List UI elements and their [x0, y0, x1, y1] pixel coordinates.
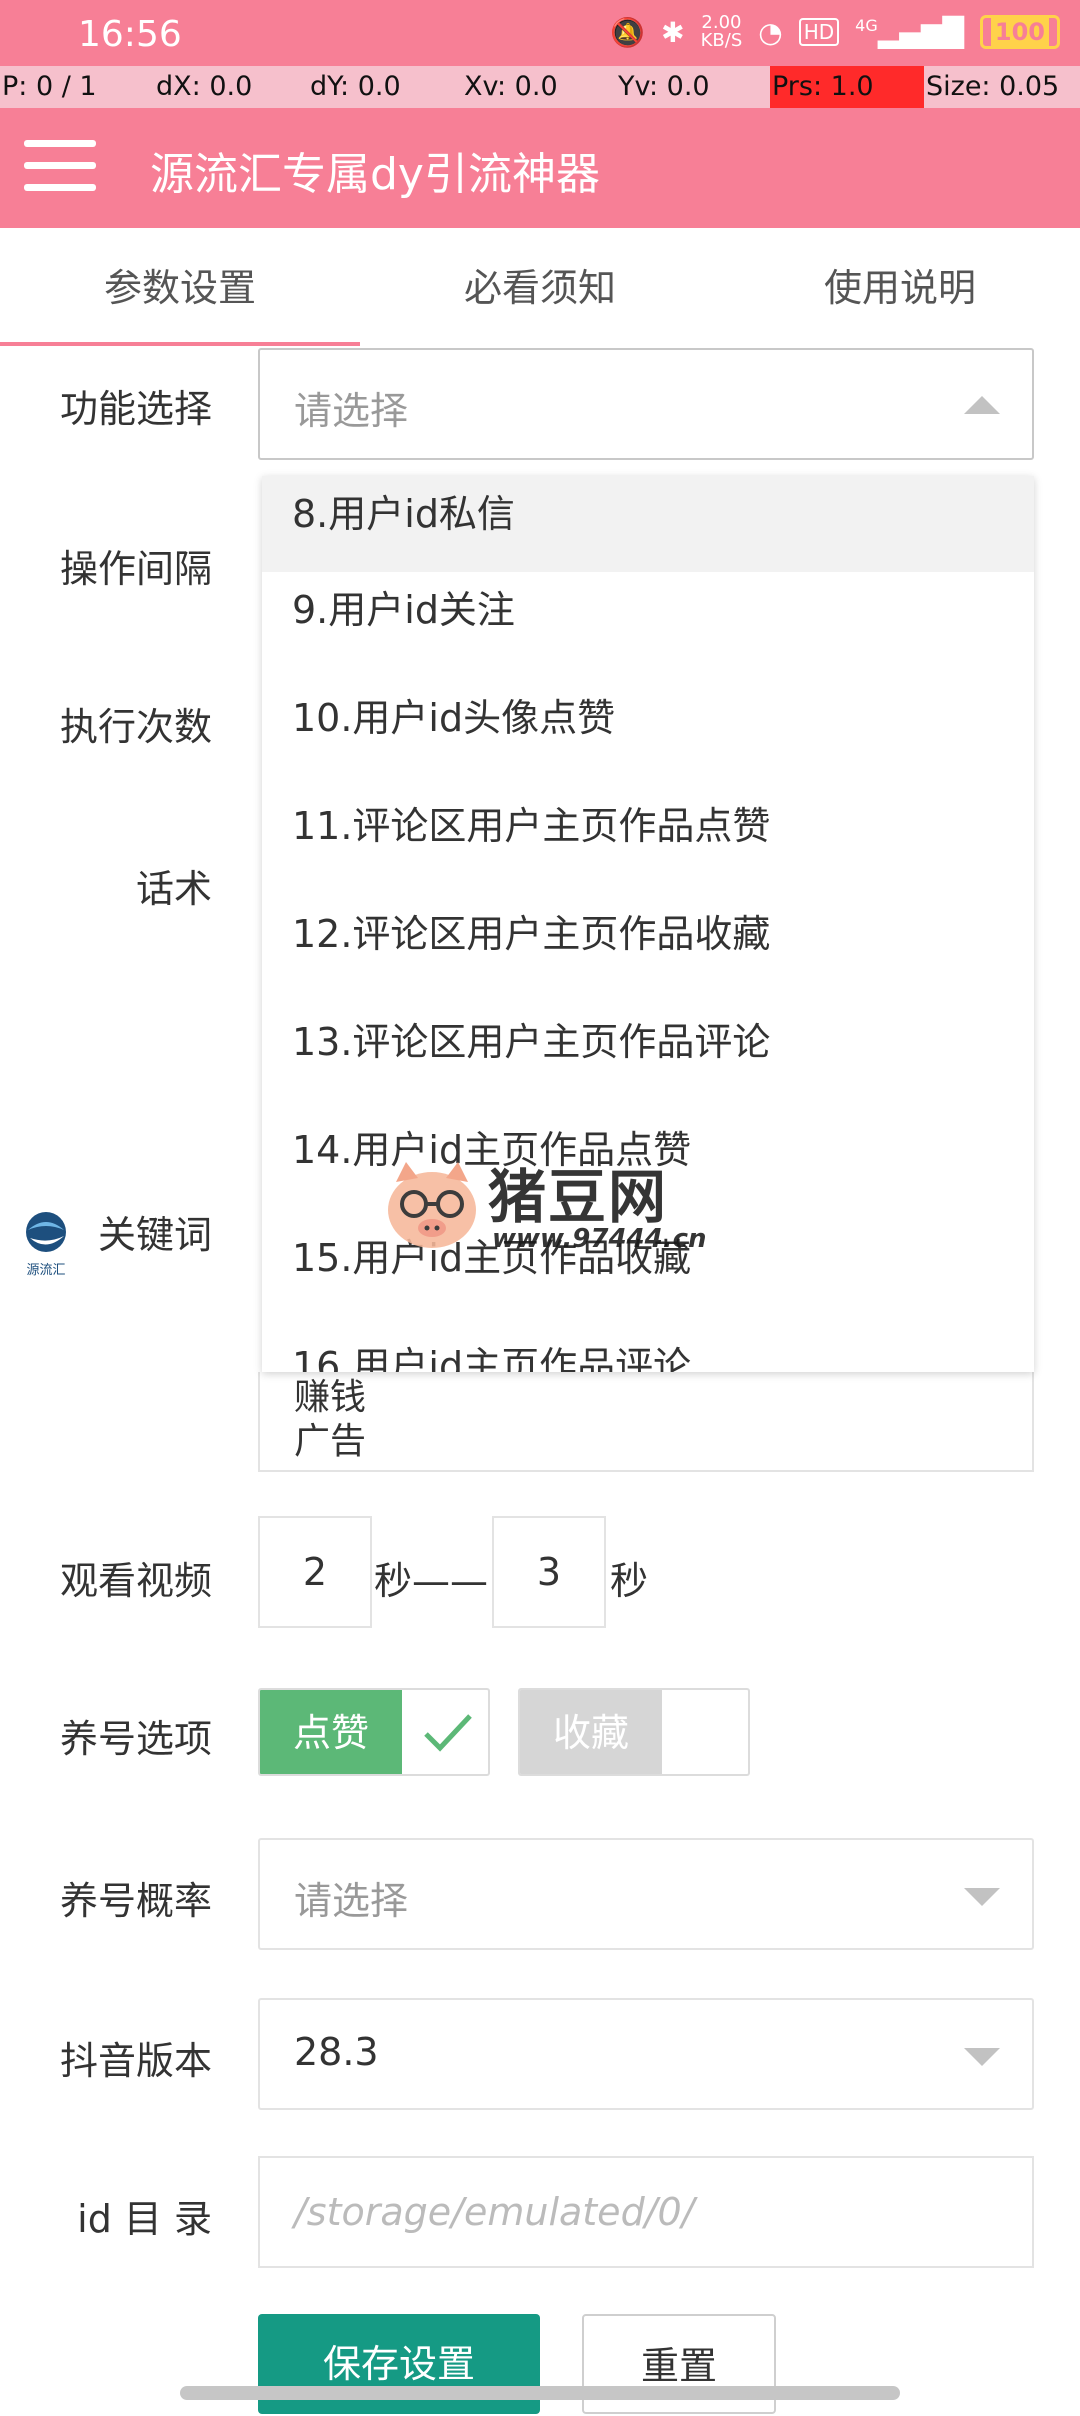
wifi-icon: ◔: [758, 15, 783, 49]
battery-level: 100: [990, 18, 1049, 46]
watermark-text: 猪豆网: [488, 1163, 669, 1231]
status-bar: 16:56 🔕 ✱ 2.00 KB/S ◔ HD 4G▂▄▆█ 100: [0, 0, 1080, 66]
script-label: 话术: [135, 867, 212, 911]
dropdown-option[interactable]: 11.评论区用户主页作品点赞: [262, 788, 1034, 896]
watch-sep-text: 秒——: [374, 1559, 489, 1603]
function-select-value: 请选择: [294, 389, 409, 433]
watermark: 猪豆网 www.97444.cn: [382, 1150, 722, 1260]
debug-cell-pointer: P: 0 / 1: [2, 71, 97, 102]
probability-select-value: 请选择: [294, 1879, 409, 1923]
chevron-down-icon: [964, 1888, 1000, 1906]
function-select[interactable]: 请选择: [258, 348, 1034, 460]
dropdown-option[interactable]: 12.评论区用户主页作品收藏: [262, 896, 1034, 1004]
app-title: 源流汇专属dy引流神器: [150, 149, 600, 200]
version-label: 抖音版本: [59, 2039, 212, 2083]
pointer-debug-bar: P: 0 / 1 dX: 0.0 dY: 0.0 Xv: 0.0 Yv: 0.0…: [0, 66, 1080, 108]
probability-label: 养号概率: [59, 1879, 212, 1923]
side-app-logo-text: 源流汇: [26, 1263, 65, 1278]
debug-cell-dy: dY: 0.0: [310, 71, 401, 102]
keyword-textarea[interactable]: 赚钱 广告: [258, 1372, 1034, 1472]
function-label: 功能选择: [59, 387, 212, 431]
tab-instructions[interactable]: 使用说明: [720, 228, 1080, 348]
hd-icon: HD: [798, 18, 840, 46]
version-select-value: 28.3: [294, 2030, 379, 2074]
dropdown-option[interactable]: 8.用户id私信: [262, 476, 1034, 572]
interval-label: 操作间隔: [59, 547, 212, 591]
debug-cell-xv: Xv: 0.0: [464, 71, 558, 102]
mute-bell-icon: 🔕: [610, 15, 646, 49]
count-label: 执行次数: [59, 705, 212, 749]
favorite-toggle[interactable]: 收藏: [518, 1688, 750, 1776]
signal-label: 4G: [855, 15, 878, 35]
watch-min-input[interactable]: 2: [258, 1516, 372, 1628]
pig-mascot-icon: [388, 1162, 476, 1248]
battery-icon: 100: [979, 15, 1060, 49]
status-time: 16:56: [78, 14, 182, 55]
watch-unit-text: 秒: [610, 1559, 649, 1603]
tab-bar: 参数设置 必看须知 使用说明: [0, 228, 1080, 348]
bluetooth-icon: ✱: [661, 15, 685, 49]
net-speed-unit: KB/S: [700, 30, 743, 51]
active-tab-indicator: [0, 342, 360, 346]
id-directory-label: id 目 录: [77, 2197, 212, 2241]
id-directory-placeholder: /storage/emulated/0/: [294, 2190, 695, 2234]
tab-params[interactable]: 参数设置: [0, 228, 360, 348]
version-select[interactable]: 28.3: [258, 1998, 1034, 2110]
like-toggle-label: 点赞: [260, 1690, 402, 1774]
favorite-toggle-label: 收藏: [520, 1690, 662, 1774]
checkmark-icon: [424, 1714, 472, 1752]
signal-icon: 4G▂▄▆█: [855, 15, 964, 49]
status-icons: 🔕 ✱ 2.00 KB/S ◔ HD 4G▂▄▆█ 100: [610, 14, 1060, 50]
dropdown-option[interactable]: 10.用户id头像点赞: [262, 680, 1034, 788]
side-app-logo-icon: 源流汇: [26, 1212, 66, 1278]
dropdown-option[interactable]: 16.用户id主页作品评论: [262, 1328, 1034, 1372]
chevron-down-icon: [964, 2048, 1000, 2066]
nurture-label: 养号选项: [59, 1717, 212, 1761]
debug-cell-pressure: Prs: 1.0: [770, 66, 924, 108]
like-toggle[interactable]: 点赞: [258, 1688, 490, 1776]
debug-cell-yv: Yv: 0.0: [618, 71, 710, 102]
id-directory-input[interactable]: /storage/emulated/0/: [258, 2156, 1034, 2268]
keyword-line: 赚钱: [294, 1377, 367, 1418]
tab-notice[interactable]: 必看须知: [360, 228, 720, 348]
dropdown-option[interactable]: 13.评论区用户主页作品评论: [262, 1004, 1034, 1112]
watch-video-label: 观看视频: [59, 1559, 212, 1603]
watermark-url: www.97444.cn: [492, 1224, 707, 1254]
probability-select[interactable]: 请选择: [258, 1838, 1034, 1950]
dropdown-option[interactable]: 9.用户id关注: [262, 572, 1034, 680]
debug-cell-dx: dX: 0.0: [156, 71, 253, 102]
home-indicator[interactable]: [180, 2386, 900, 2400]
app-bar: 源流汇专属dy引流神器: [0, 108, 1080, 228]
chevron-up-icon: [964, 396, 1000, 414]
net-speed: 2.00 KB/S: [701, 14, 743, 50]
watch-max-input[interactable]: 3: [492, 1516, 606, 1628]
hamburger-menu-icon[interactable]: [24, 140, 96, 196]
debug-cell-size: Size: 0.05: [926, 71, 1060, 102]
keyword-line: 广告: [294, 1421, 367, 1462]
